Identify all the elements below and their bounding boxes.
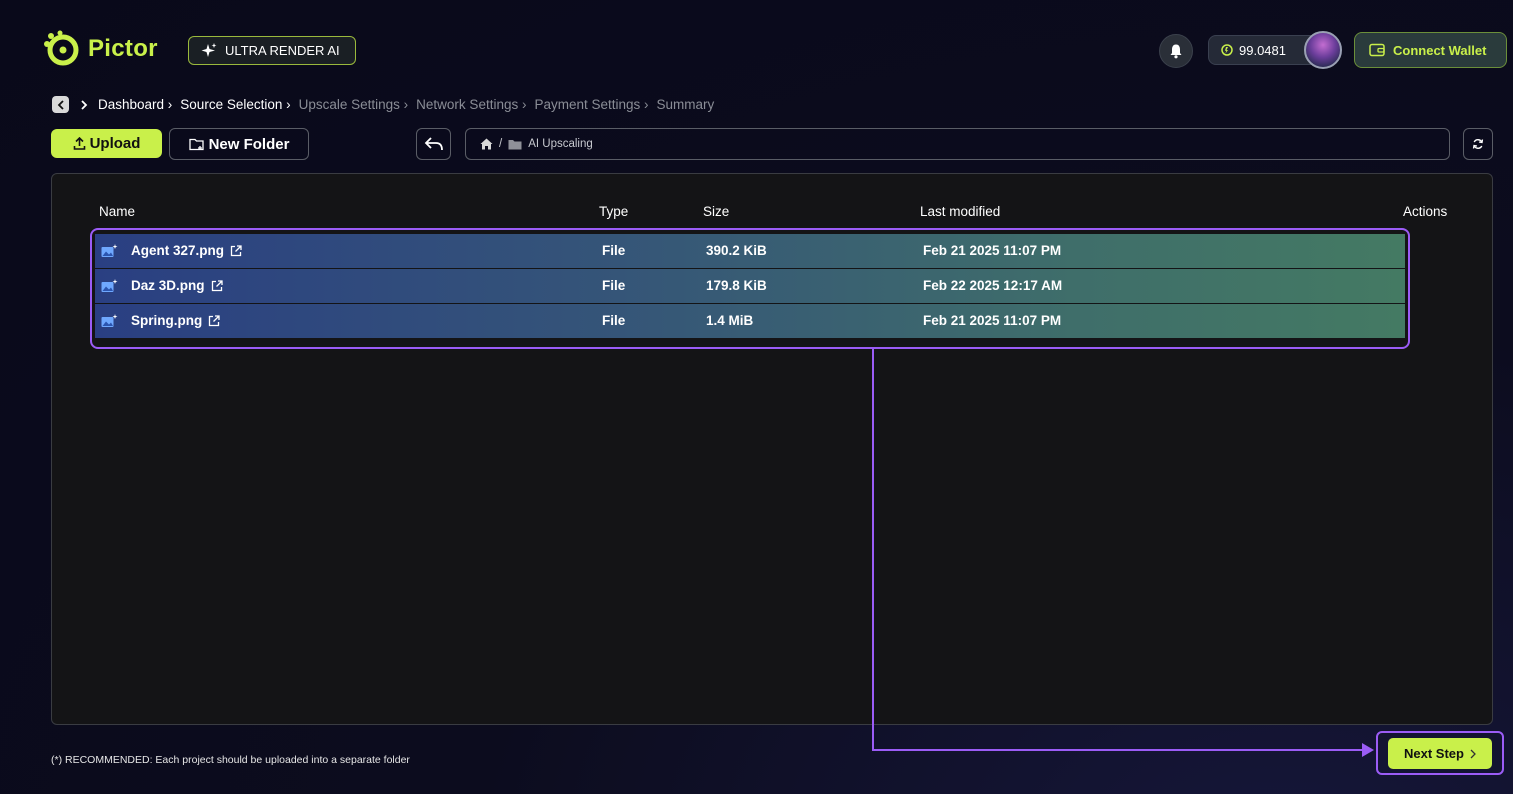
- go-back-button[interactable]: [416, 128, 451, 160]
- table-row[interactable]: Spring.png File 1.4 MiB Feb 21 2025 11:0…: [95, 304, 1405, 338]
- image-file-icon: [101, 244, 118, 257]
- recommendation-note: (*) RECOMMENDED: Each project should be …: [51, 754, 410, 766]
- file-size: 1.4 MiB: [706, 313, 754, 328]
- column-header-size[interactable]: Size: [703, 204, 729, 219]
- upload-label: Upload: [89, 135, 141, 152]
- image-file-icon: [101, 314, 118, 327]
- balance-value: 99.0481: [1239, 42, 1286, 58]
- breadcrumb-forward-button[interactable]: [75, 96, 92, 113]
- column-header-name[interactable]: Name: [99, 204, 135, 219]
- path-bar[interactable]: / AI Upscaling: [465, 128, 1450, 160]
- file-browser-panel: Name Type Size Last modified Actions Age…: [51, 173, 1493, 725]
- table-row[interactable]: Daz 3D.png File 179.8 KiB Feb 22 2025 12…: [95, 269, 1405, 303]
- table-row[interactable]: Agent 327.png File 390.2 KiB Feb 21 2025…: [95, 234, 1405, 268]
- chevron-right-icon: [80, 99, 87, 110]
- wallet-icon: [1369, 43, 1385, 57]
- path-current-folder[interactable]: AI Upscaling: [528, 138, 593, 150]
- external-link-icon[interactable]: [208, 314, 220, 327]
- column-header-actions: Actions: [1403, 204, 1448, 219]
- connect-wallet-label: Connect Wallet: [1393, 42, 1487, 58]
- selected-files-highlight: Agent 327.png File 390.2 KiB Feb 21 2025…: [90, 228, 1410, 349]
- breadcrumb-back-button[interactable]: [52, 96, 69, 113]
- breadcrumb-dashboard[interactable]: Dashboard ›: [98, 97, 172, 112]
- user-avatar[interactable]: [1304, 31, 1342, 69]
- external-link-icon[interactable]: [211, 279, 223, 292]
- upload-icon: [73, 137, 85, 150]
- folder-icon: [508, 139, 522, 149]
- file-modified: Feb 22 2025 12:17 AM: [923, 278, 1063, 293]
- pictor-logo[interactable]: Pictor: [42, 30, 158, 68]
- home-icon[interactable]: [480, 138, 493, 150]
- pictor-logo-icon: [44, 30, 79, 66]
- chevron-left-icon: [57, 99, 64, 110]
- file-modified: Feb 21 2025 11:07 PM: [923, 243, 1062, 258]
- breadcrumb-upscale-settings[interactable]: Upscale Settings ›: [299, 97, 409, 112]
- ultra-render-label: ULTRA RENDER AI: [225, 43, 340, 58]
- brand-name: Pictor: [88, 35, 158, 62]
- annotation-connector: [872, 348, 874, 751]
- file-name[interactable]: Daz 3D.png: [131, 278, 223, 293]
- refresh-icon: [1472, 139, 1484, 149]
- breadcrumb-network-settings[interactable]: Network Settings ›: [416, 97, 526, 112]
- new-folder-button[interactable]: New Folder: [169, 128, 309, 160]
- column-header-modified[interactable]: Last modified: [920, 204, 1000, 219]
- file-type: File: [602, 243, 626, 258]
- upload-button[interactable]: Upload: [51, 129, 162, 158]
- new-folder-label: New Folder: [208, 135, 290, 153]
- notifications-button[interactable]: [1159, 34, 1193, 68]
- bell-icon: [1170, 44, 1182, 59]
- file-size: 390.2 KiB: [706, 243, 767, 258]
- file-modified: Feb 21 2025 11:07 PM: [923, 313, 1062, 328]
- file-type: File: [602, 313, 626, 328]
- image-file-icon: [101, 279, 118, 292]
- annotation-connector: [872, 749, 1364, 751]
- breadcrumb: Dashboard › Source Selection › Upscale S…: [52, 96, 722, 113]
- breadcrumb-summary[interactable]: Summary: [657, 97, 715, 112]
- sparkle-icon: [201, 42, 217, 57]
- next-step-label: Next Step: [1404, 746, 1464, 761]
- token-icon: [1221, 44, 1233, 56]
- refresh-button[interactable]: [1463, 128, 1493, 160]
- column-header-type[interactable]: Type: [599, 204, 628, 219]
- path-separator: /: [499, 138, 503, 150]
- external-link-icon[interactable]: [230, 244, 242, 257]
- file-name[interactable]: Spring.png: [131, 313, 220, 328]
- annotation-arrow-icon: [1362, 743, 1374, 757]
- folder-plus-icon: [188, 138, 204, 151]
- file-size: 179.8 KiB: [706, 278, 767, 293]
- connect-wallet-button[interactable]: Connect Wallet: [1354, 32, 1507, 68]
- breadcrumb-source-selection[interactable]: Source Selection ›: [180, 97, 290, 112]
- ultra-render-badge[interactable]: ULTRA RENDER AI: [188, 36, 356, 65]
- file-name[interactable]: Agent 327.png: [131, 243, 242, 258]
- next-step-button[interactable]: Next Step: [1388, 738, 1492, 769]
- file-type: File: [602, 278, 626, 293]
- breadcrumb-payment-settings[interactable]: Payment Settings ›: [534, 97, 648, 112]
- chevron-right-icon: [1470, 749, 1476, 758]
- undo-arrow-icon: [424, 137, 443, 151]
